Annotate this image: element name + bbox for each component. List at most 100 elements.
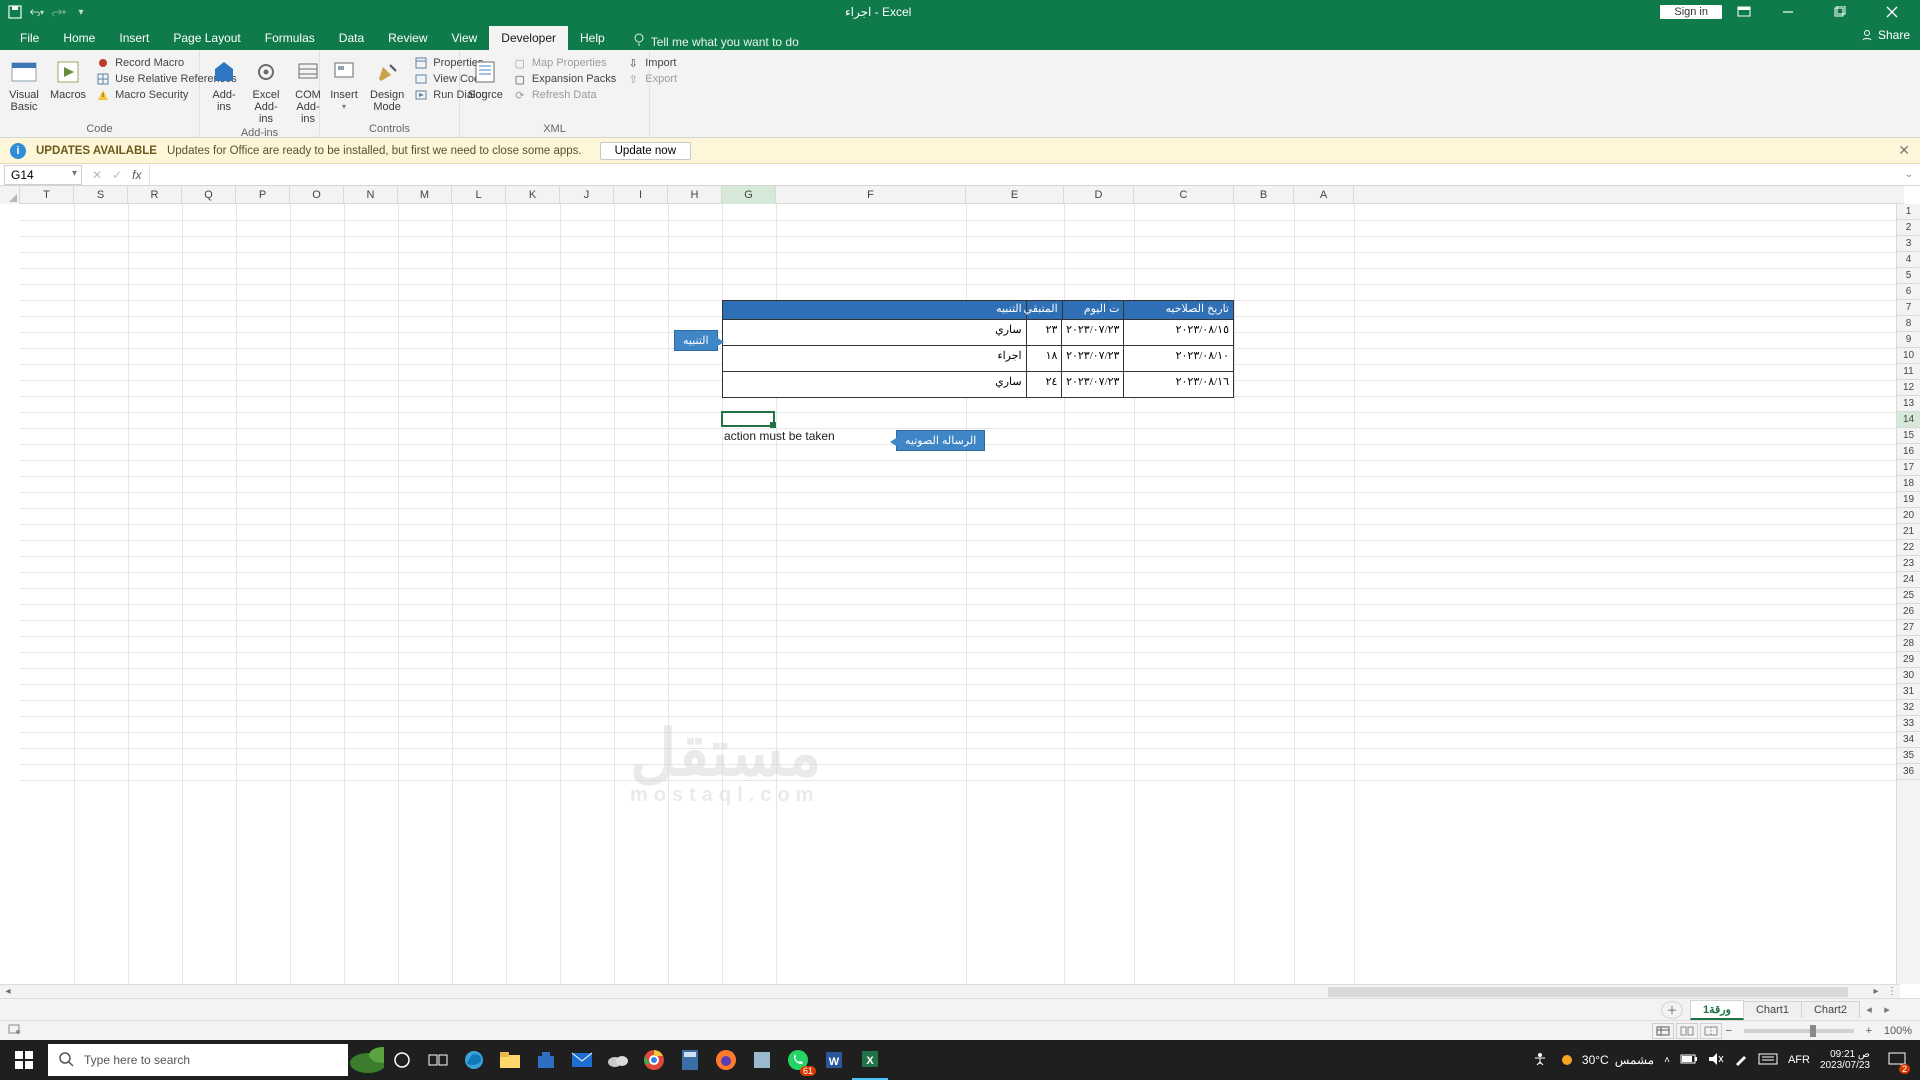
close-button[interactable] [1870,0,1914,24]
row-header-31[interactable]: 31 [1897,684,1920,700]
row-header-20[interactable]: 20 [1897,508,1920,524]
row-header-30[interactable]: 30 [1897,668,1920,684]
tab-data[interactable]: Data [327,26,376,50]
maximize-button[interactable] [1818,0,1862,24]
start-button[interactable] [0,1040,48,1080]
row-header-33[interactable]: 33 [1897,716,1920,732]
source-button[interactable]: Source [468,54,503,102]
row-header-21[interactable]: 21 [1897,524,1920,540]
file-explorer-icon[interactable] [492,1040,528,1080]
row-header-27[interactable]: 27 [1897,620,1920,636]
view-page-break-icon[interactable] [1700,1023,1722,1039]
sheet-nav-next-icon[interactable]: ▸ [1878,1003,1896,1016]
macro-record-status-icon[interactable] [8,1023,22,1038]
column-header-E[interactable]: E [966,186,1064,204]
sheet-tab-chart1[interactable]: Chart1 [1743,1001,1802,1018]
tray-chevron-icon[interactable]: ˄ [1664,1055,1670,1066]
column-header-A[interactable]: A [1294,186,1354,204]
cancel-formula-icon[interactable]: ✕ [92,168,102,182]
sheet-nav-prev-icon[interactable]: ◂ [1860,1003,1878,1016]
column-header-H[interactable]: H [668,186,722,204]
sign-in-button[interactable]: Sign in [1660,5,1722,19]
chrome-icon[interactable] [636,1040,672,1080]
firefox-icon[interactable] [708,1040,744,1080]
row-header-15[interactable]: 15 [1897,428,1920,444]
row-header-24[interactable]: 24 [1897,572,1920,588]
tell-me[interactable]: Tell me what you want to do [617,33,799,50]
scroll-right-icon[interactable]: ▸ [1868,986,1884,997]
worksheet-grid[interactable]: TSRQPONMLKJIHGFEDCBA 1234567891011121314… [0,186,1920,998]
row-header-18[interactable]: 18 [1897,476,1920,492]
column-header-T[interactable]: T [20,186,74,204]
row-header-25[interactable]: 25 [1897,588,1920,604]
column-header-D[interactable]: D [1064,186,1134,204]
column-header-R[interactable]: R [128,186,182,204]
news-widget-icon[interactable] [348,1045,384,1075]
horizontal-scrollbar[interactable]: ◂ ▸ ⋮ [0,984,1900,998]
tab-formulas[interactable]: Formulas [253,26,327,50]
row-header-12[interactable]: 12 [1897,380,1920,396]
task-view-icon[interactable] [420,1040,456,1080]
column-header-N[interactable]: N [344,186,398,204]
excel-icon[interactable]: X [852,1040,888,1080]
row-header-13[interactable]: 13 [1897,396,1920,412]
name-box[interactable]: G14 [4,165,82,185]
row-header-9[interactable]: 9 [1897,332,1920,348]
cortana-icon[interactable] [384,1040,420,1080]
column-header-J[interactable]: J [560,186,614,204]
insert-function-icon[interactable]: fx [132,168,141,182]
column-header-I[interactable]: I [614,186,668,204]
new-sheet-button[interactable]: ＋ [1661,1001,1683,1019]
tab-developer[interactable]: Developer [489,26,568,50]
column-header-F[interactable]: F [776,186,966,204]
tab-view[interactable]: View [440,26,490,50]
keyboard-icon[interactable] [1758,1053,1778,1068]
macros-button[interactable]: Macros [50,54,86,113]
customize-qat-icon[interactable]: ▾ [74,5,88,19]
accessibility-icon[interactable] [1532,1051,1548,1070]
row-header-34[interactable]: 34 [1897,732,1920,748]
app-icon-1[interactable] [744,1040,780,1080]
action-center-icon[interactable]: 2 [1880,1040,1914,1080]
row-header-11[interactable]: 11 [1897,364,1920,380]
word-icon[interactable]: W [816,1040,852,1080]
column-header-O[interactable]: O [290,186,344,204]
column-header-M[interactable]: M [398,186,452,204]
row-header-23[interactable]: 23 [1897,556,1920,572]
redo-icon[interactable]: ▾ [52,5,66,19]
import-button[interactable]: ⇩Import [626,56,677,70]
view-normal-icon[interactable] [1652,1023,1674,1039]
hscroll-thumb[interactable] [1328,987,1848,997]
zoom-slider[interactable] [1744,1029,1854,1033]
expand-formula-bar-icon[interactable]: ⌄ [1898,169,1920,180]
row-header-10[interactable]: 10 [1897,348,1920,364]
share-button[interactable]: Share [1860,28,1910,42]
row-header-1[interactable]: 1 [1897,204,1920,220]
volume-mute-icon[interactable] [1708,1052,1724,1069]
row-header-29[interactable]: 29 [1897,652,1920,668]
pen-icon[interactable] [1734,1052,1748,1069]
zoom-level[interactable]: 100% [1884,1025,1912,1037]
tab-help[interactable]: Help [568,26,617,50]
visual-basic-button[interactable]: Visual Basic [8,54,40,113]
minimize-button[interactable] [1766,0,1810,24]
row-header-32[interactable]: 32 [1897,700,1920,716]
row-header-19[interactable]: 19 [1897,492,1920,508]
row-header-16[interactable]: 16 [1897,444,1920,460]
column-header-G[interactable]: G [722,186,776,204]
row-header-17[interactable]: 17 [1897,460,1920,476]
column-headers[interactable]: TSRQPONMLKJIHGFEDCBA [0,186,1904,204]
tab-review[interactable]: Review [376,26,439,50]
active-cell[interactable] [721,411,775,427]
row-header-6[interactable]: 6 [1897,284,1920,300]
calculator-icon[interactable] [672,1040,708,1080]
sheet-tab-active[interactable]: ورقة1 [1690,1000,1744,1020]
battery-icon[interactable] [1680,1053,1698,1068]
column-header-K[interactable]: K [506,186,560,204]
excel-addins-button[interactable]: Excel Add-ins [250,54,282,125]
row-header-35[interactable]: 35 [1897,748,1920,764]
mail-icon[interactable] [564,1040,600,1080]
row-header-22[interactable]: 22 [1897,540,1920,556]
enter-formula-icon[interactable]: ✓ [112,168,122,182]
tray-clock[interactable]: 09:21 ص 2023/07/23 [1820,1049,1870,1071]
